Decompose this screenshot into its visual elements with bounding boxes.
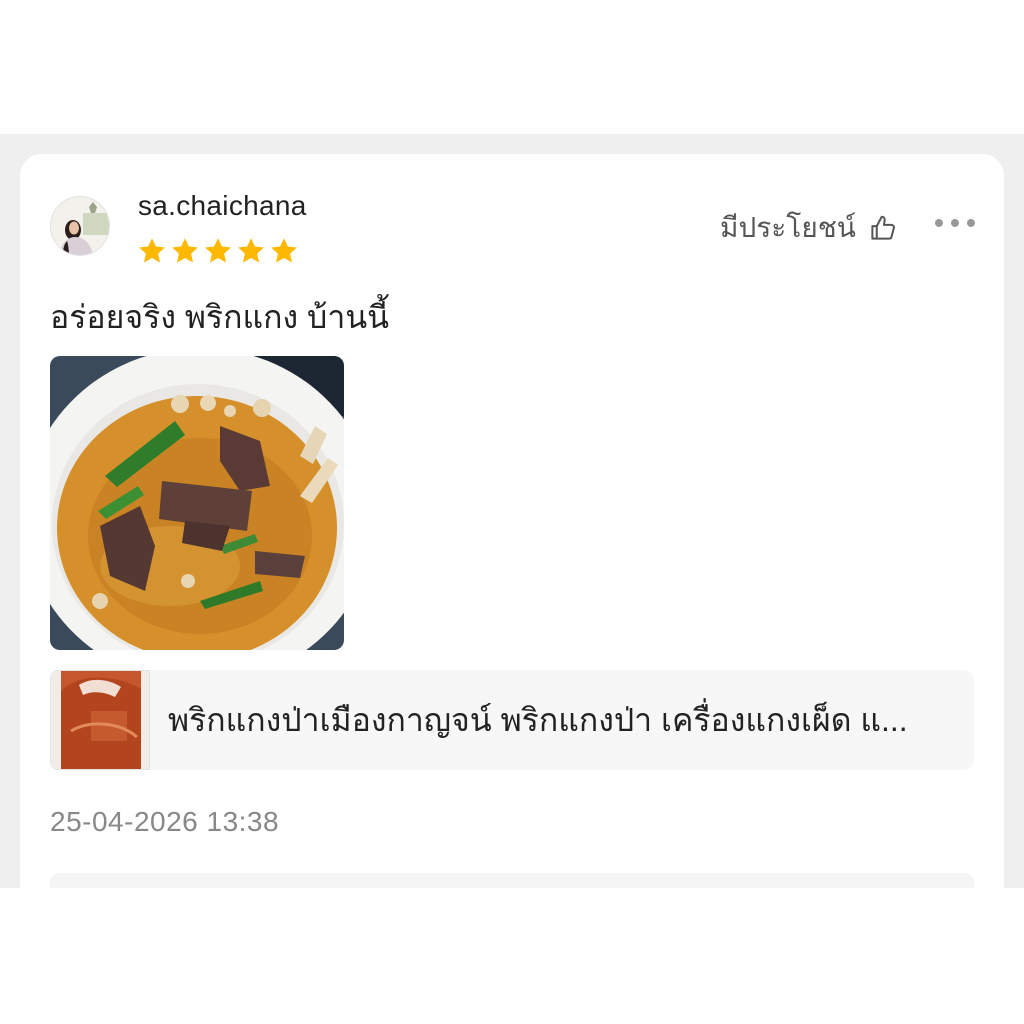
product-title: พริกแกงป่าเมืองกาญจน์ พริกแกงป่า เครื่อง… — [168, 702, 908, 738]
seller-reply-box — [50, 873, 974, 888]
star-icon — [205, 238, 231, 263]
helpful-label: มีประโยชน์ — [720, 212, 856, 243]
review-text: อร่อยจริง พริกแกง บ้านนี้ — [50, 299, 390, 335]
star-icon — [238, 238, 264, 263]
product-thumbnail — [50, 670, 150, 770]
reviewer-username[interactable]: sa.chaichana — [138, 188, 307, 224]
more-options-icon — [935, 219, 975, 227]
more-options-button[interactable] — [932, 214, 978, 232]
star-icon — [139, 238, 165, 263]
thumbs-up-icon — [871, 215, 895, 240]
star-icon — [271, 238, 297, 263]
star-rating — [137, 236, 299, 266]
star-icon — [172, 238, 198, 263]
review-timestamp: 25-04-2026 13:38 — [50, 806, 280, 837]
product-card[interactable]: พริกแกงป่าเมืองกาญจน์ พริกแกงป่า เครื่อง… — [50, 670, 974, 770]
avatar[interactable] — [50, 196, 110, 256]
helpful-button[interactable]: มีประโยชน์ — [720, 208, 898, 248]
review-photo[interactable] — [50, 356, 344, 650]
